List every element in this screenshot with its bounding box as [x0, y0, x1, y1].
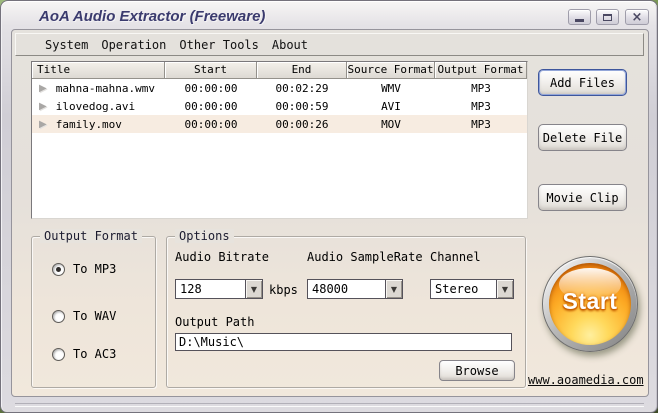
add-files-button[interactable]: Add Files — [538, 69, 627, 96]
file-start-time: 00:00:00 — [165, 82, 257, 95]
dropdown-button[interactable]: ▼ — [385, 280, 402, 298]
column-header-source-format[interactable]: Source Format — [347, 62, 435, 79]
file-end-time: 00:00:59 — [257, 100, 347, 113]
menu-system[interactable]: System — [45, 36, 88, 54]
radio-label: To WAV — [73, 309, 116, 323]
file-source-format: AVI — [347, 100, 435, 113]
radio-label: To MP3 — [73, 262, 116, 276]
file-title: family.mov — [56, 118, 122, 131]
output-format-legend: Output Format — [40, 229, 142, 243]
audio-bitrate-select[interactable]: 128 ▼ — [175, 279, 263, 299]
row-play-icon: ▶ — [39, 119, 47, 130]
dropdown-arrow-icon: ▼ — [502, 285, 508, 294]
output-path-input[interactable] — [175, 333, 512, 351]
kbps-label: kbps — [269, 283, 298, 297]
window-title: AoA Audio Extractor (Freeware) — [39, 8, 265, 25]
close-icon: × — [632, 11, 643, 24]
file-end-time: 00:00:26 — [257, 118, 347, 131]
file-list-header: Title Start End Source Format Output For… — [32, 62, 527, 79]
radio-to-wav[interactable]: To WAV — [52, 308, 116, 324]
audio-samplerate-label: Audio SampleRate — [307, 250, 423, 264]
radio-button-icon — [52, 348, 65, 361]
row-play-icon: ▶ — [39, 83, 47, 94]
movie-clip-button[interactable]: Movie Clip — [538, 184, 627, 211]
table-row-selected[interactable]: ▶ family.mov 00:00:00 00:00:26 MOV MP3 — [32, 115, 527, 133]
restore-icon — [603, 14, 612, 21]
minimize-button[interactable] — [568, 9, 591, 25]
row-play-icon: ▶ — [39, 101, 47, 112]
file-output-format: MP3 — [435, 82, 527, 95]
column-header-end[interactable]: End — [257, 62, 347, 79]
options-legend: Options — [175, 229, 234, 243]
dropdown-button[interactable]: ▼ — [245, 280, 262, 298]
menu-bar: System Operation Other Tools About — [15, 33, 644, 56]
column-header-output-format[interactable]: Output Format — [435, 62, 527, 79]
delete-file-button[interactable]: Delete File — [538, 124, 627, 151]
dropdown-button[interactable]: ▼ — [496, 280, 513, 298]
column-header-start[interactable]: Start — [165, 62, 257, 79]
start-button[interactable]: Start — [542, 256, 638, 352]
radio-to-mp3[interactable]: To MP3 — [52, 261, 116, 277]
minimize-icon — [575, 19, 584, 22]
menu-about[interactable]: About — [272, 36, 308, 54]
output-format-group: Output Format To MP3 To WAV To AC3 — [31, 236, 156, 388]
channel-value: Stereo — [431, 280, 496, 298]
audio-bitrate-value: 128 — [176, 280, 245, 298]
table-row[interactable]: ▶ mahna-mahna.wmv 00:00:00 00:02:29 WMV … — [32, 79, 527, 97]
app-window: AoA Audio Extractor (Freeware) × System … — [0, 0, 658, 413]
menu-operation[interactable]: Operation — [101, 36, 166, 54]
file-list: Title Start End Source Format Output For… — [31, 61, 528, 219]
file-title: ilovedog.avi — [56, 100, 135, 113]
column-header-title[interactable]: Title — [32, 62, 165, 79]
audio-samplerate-select[interactable]: 48000 ▼ — [307, 279, 403, 299]
file-title: mahna-mahna.wmv — [56, 82, 155, 95]
start-button-face: Start — [549, 263, 631, 345]
radio-button-icon — [52, 263, 65, 276]
audio-samplerate-value: 48000 — [308, 280, 385, 298]
output-path-label: Output Path — [175, 315, 254, 329]
file-end-time: 00:02:29 — [257, 82, 347, 95]
menu-other-tools[interactable]: Other Tools — [179, 36, 258, 54]
close-button[interactable]: × — [625, 9, 649, 25]
window-bottom-groove — [15, 403, 644, 407]
radio-button-icon — [52, 310, 65, 323]
file-source-format: MOV — [347, 118, 435, 131]
website-link[interactable]: www.aoamedia.com — [528, 373, 644, 387]
channel-select[interactable]: Stereo ▼ — [430, 279, 514, 299]
audio-bitrate-label: Audio Bitrate — [175, 250, 269, 264]
channel-label: Channel — [430, 250, 481, 264]
file-output-format: MP3 — [435, 100, 527, 113]
dropdown-arrow-icon: ▼ — [251, 285, 257, 294]
table-row[interactable]: ▶ ilovedog.avi 00:00:00 00:00:59 AVI MP3 — [32, 97, 527, 115]
start-button-label: Start — [563, 288, 618, 315]
radio-label: To AC3 — [73, 347, 116, 361]
file-output-format: MP3 — [435, 118, 527, 131]
options-group: Options Audio Bitrate Audio SampleRate C… — [166, 236, 526, 388]
restore-button[interactable] — [596, 9, 619, 25]
file-start-time: 00:00:00 — [165, 100, 257, 113]
file-start-time: 00:00:00 — [165, 118, 257, 131]
dropdown-arrow-icon: ▼ — [391, 285, 397, 294]
browse-button[interactable]: Browse — [439, 360, 515, 381]
file-source-format: WMV — [347, 82, 435, 95]
radio-to-ac3[interactable]: To AC3 — [52, 346, 116, 362]
